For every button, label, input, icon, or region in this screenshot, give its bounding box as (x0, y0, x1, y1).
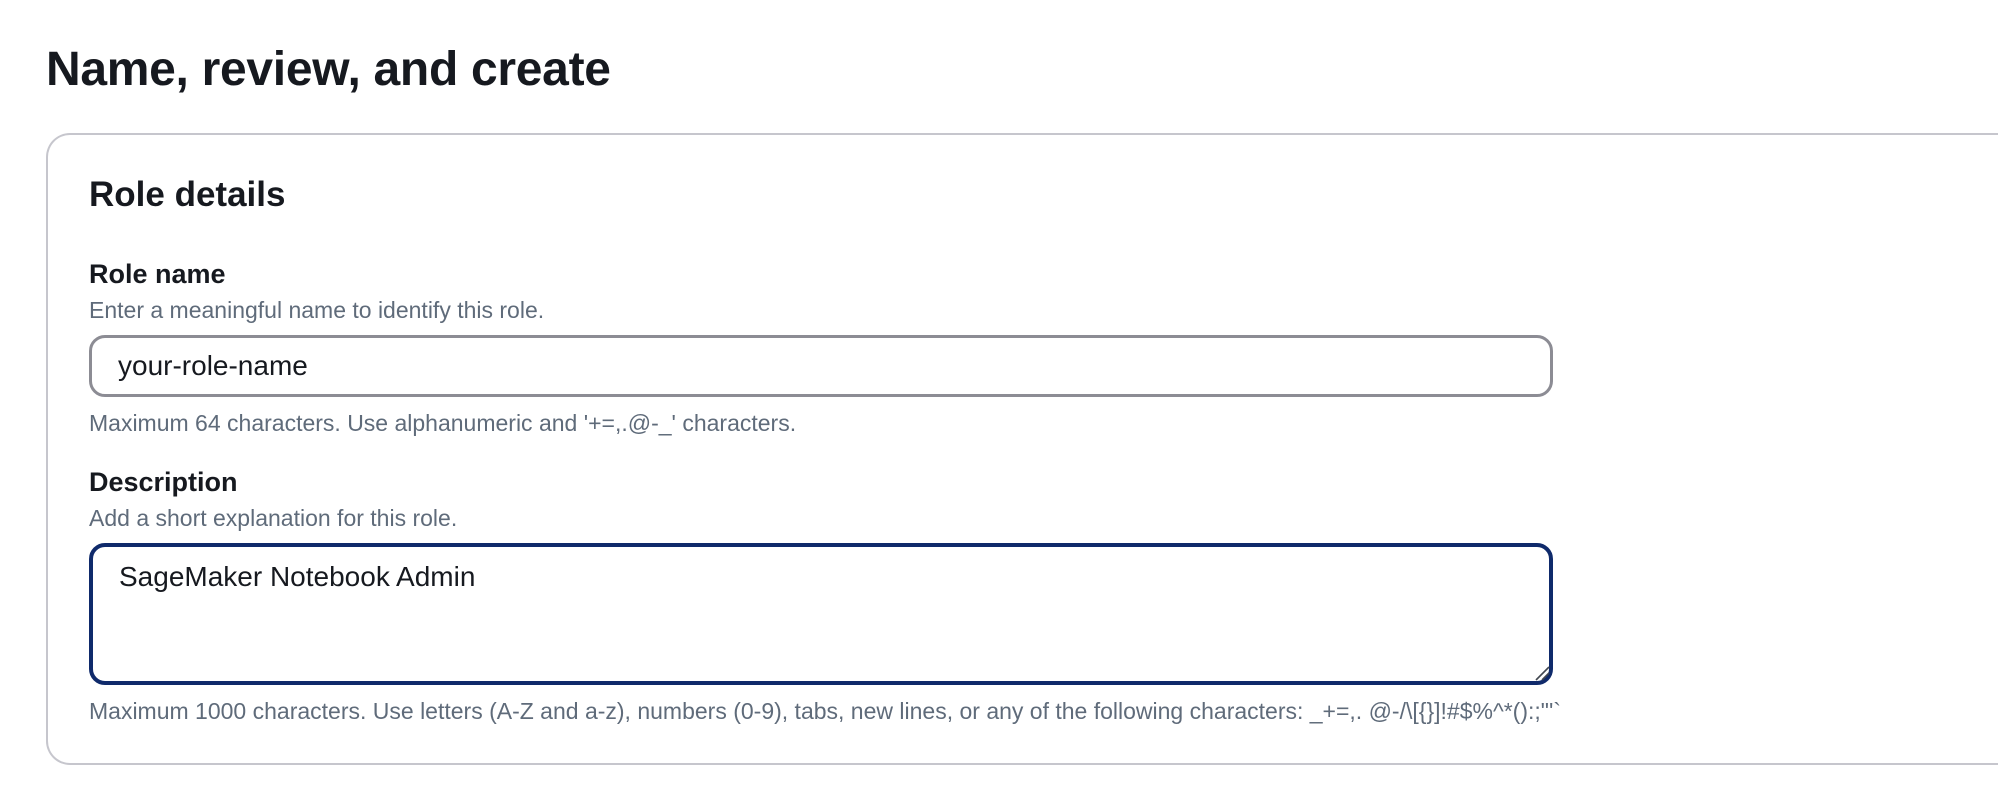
description-description: Add a short explanation for this role. (89, 505, 458, 531)
resize-handle-icon[interactable] (1534, 665, 1550, 681)
description-textarea[interactable]: SageMaker Notebook Admin (89, 543, 1553, 685)
description-constraint: Maximum 1000 characters. Use letters (A-… (89, 698, 1561, 724)
role-name-description: Enter a meaningful name to identify this… (89, 297, 545, 323)
page-title: Name, review, and create (46, 43, 611, 96)
role-name-label: Role name (89, 259, 226, 289)
role-details-title: Role details (89, 175, 286, 214)
role-name-input[interactable] (89, 335, 1553, 397)
role-name-constraint: Maximum 64 characters. Use alphanumeric … (89, 410, 797, 436)
description-label: Description (89, 467, 238, 497)
role-details-container: Role details Role name Enter a meaningfu… (46, 133, 1998, 765)
